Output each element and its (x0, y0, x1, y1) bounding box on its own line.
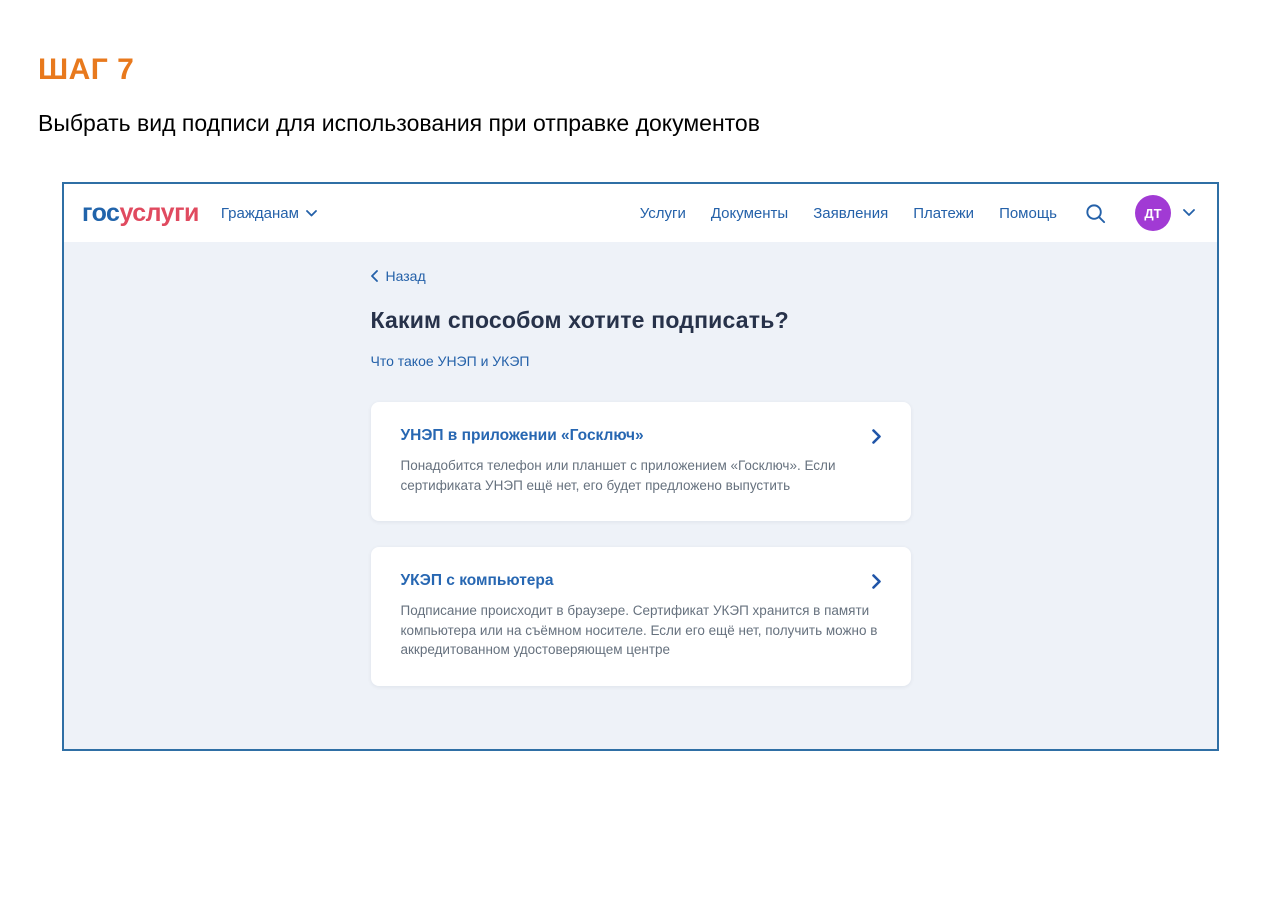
step-label: ШАГ 7 (38, 53, 760, 87)
audience-menu[interactable]: Гражданам (221, 205, 317, 222)
step-description: Выбрать вид подписи для использования пр… (38, 110, 760, 137)
content-column: Назад Каким способом хотите подписать? Ч… (371, 268, 911, 686)
nav-item-applications[interactable]: Заявления (813, 205, 888, 222)
site-content: Назад Каким способом хотите подписать? Ч… (64, 242, 1217, 749)
nav-item-services[interactable]: Услуги (640, 205, 686, 222)
chevron-left-icon (371, 270, 378, 282)
nav-item-help[interactable]: Помощь (999, 205, 1057, 222)
card-head: УКЭП с компьютера (401, 572, 881, 590)
logo-part-blue: гос (82, 199, 119, 227)
page-title: Каким способом хотите подписать? (371, 307, 911, 334)
audience-menu-label: Гражданам (221, 205, 299, 222)
chevron-right-icon (872, 574, 881, 589)
profile-chevron-down-icon[interactable] (1183, 209, 1195, 217)
logo-part-red: услуги (119, 199, 198, 227)
top-nav: Услуги Документы Заявления Платежи Помощ… (640, 205, 1057, 222)
site-screenshot-frame: госуслуги Гражданам Услуги Документы Зая… (62, 182, 1219, 751)
card-head: УНЭП в приложении «Госключ» (401, 427, 881, 445)
option-card-ukep[interactable]: УКЭП с компьютера Подписание происходит … (371, 547, 911, 686)
gosuslugi-logo[interactable]: госуслуги (82, 199, 199, 228)
card-title: УНЭП в приложении «Госключ» (401, 427, 644, 445)
search-icon[interactable] (1084, 202, 1107, 225)
nav-item-payments[interactable]: Платежи (913, 205, 974, 222)
site-header: госуслуги Гражданам Услуги Документы Зая… (64, 184, 1217, 242)
nav-item-documents[interactable]: Документы (711, 205, 788, 222)
back-link[interactable]: Назад (371, 268, 426, 284)
chevron-right-icon (872, 429, 881, 444)
avatar-initials: ДТ (1144, 206, 1161, 221)
info-link[interactable]: Что такое УНЭП и УКЭП (371, 353, 530, 369)
option-card-unep[interactable]: УНЭП в приложении «Госключ» Понадобится … (371, 402, 911, 521)
card-description: Подписание происходит в браузере. Сертиф… (401, 601, 879, 660)
chevron-down-icon (306, 210, 317, 217)
avatar[interactable]: ДТ (1135, 195, 1171, 231)
card-title: УКЭП с компьютера (401, 572, 554, 590)
back-link-label: Назад (386, 268, 426, 284)
slide-intro: ШАГ 7 Выбрать вид подписи для использова… (38, 53, 760, 137)
card-description: Понадобится телефон или планшет с прилож… (401, 456, 879, 495)
